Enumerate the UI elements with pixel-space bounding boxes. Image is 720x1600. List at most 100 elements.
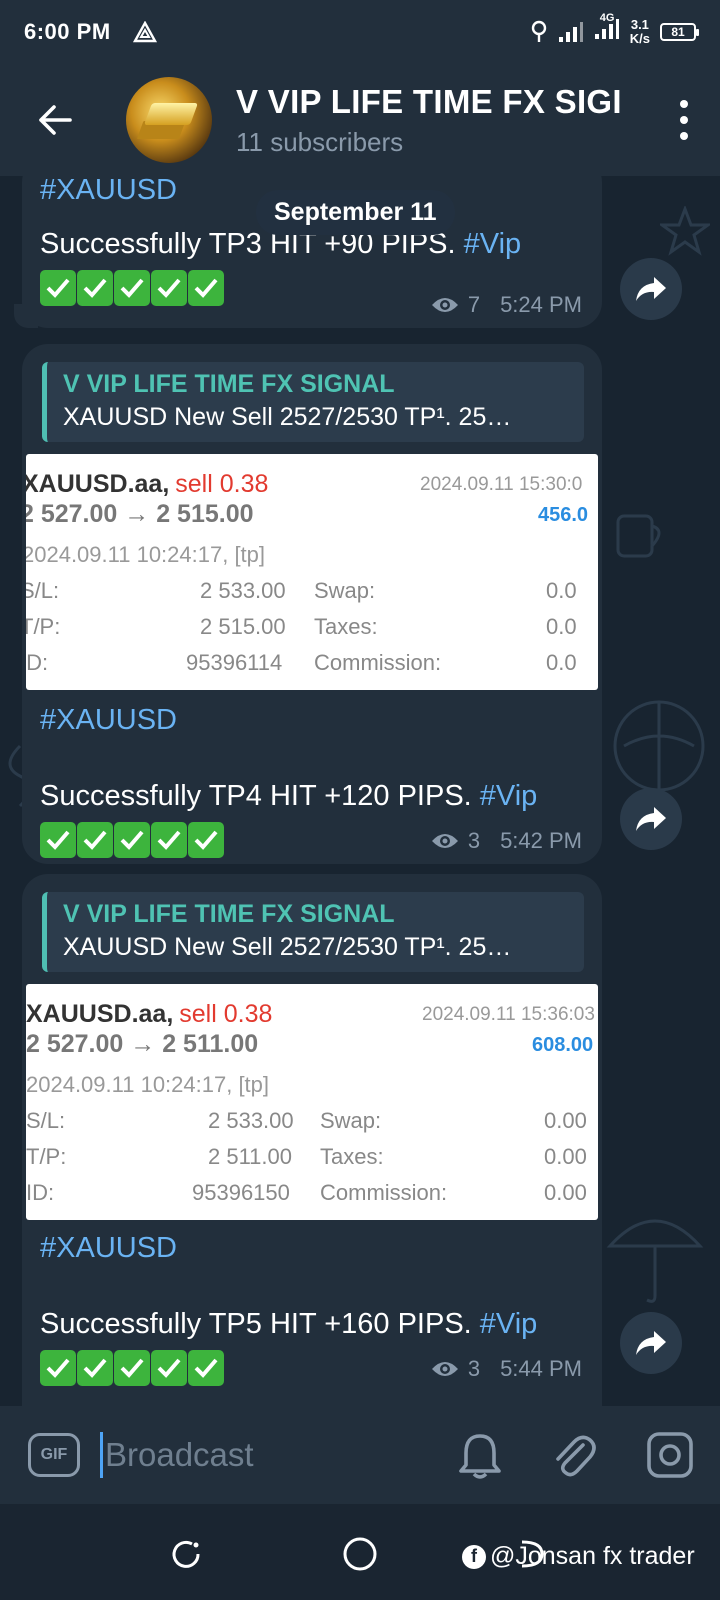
message-body: Successfully TP5 HIT +160 PIPS.: [40, 1308, 480, 1340]
trade-screenshot[interactable]: XAUUSD.aa, sell 0.38 2024.09.11 15:36:03…: [26, 984, 598, 1220]
close-time: 2024.09.11 15:30:0: [420, 474, 583, 495]
broadcast-input[interactable]: Broadcast: [105, 1436, 254, 1474]
sl-label: S/L:: [26, 1108, 66, 1133]
trade-side: sell 0.38: [175, 470, 269, 498]
signal-icon: [558, 22, 583, 42]
taxes-label: Taxes:: [314, 614, 378, 639]
check-mark-icon: [188, 270, 224, 306]
bell-icon[interactable]: [458, 1431, 502, 1479]
share-button[interactable]: [620, 788, 682, 850]
sl-label: S/L:: [26, 578, 60, 603]
trade-symbol: XAUUSD.aa,: [26, 470, 170, 498]
trade-profit: 608.00: [532, 1034, 594, 1056]
open-time: 2024.09.11 10:24:17, [tp]: [26, 1072, 270, 1097]
trade-symbol: XAUUSD.aa,: [26, 1000, 174, 1028]
eye-icon: [431, 1362, 458, 1376]
check-mark-icon: [114, 270, 150, 306]
check-mark-icon: [40, 822, 76, 858]
taxes-label: Taxes:: [320, 1144, 384, 1169]
facebook-icon: f: [462, 1544, 486, 1569]
message-time: 5:42 PM: [500, 828, 582, 853]
id-label: ID:: [26, 650, 49, 675]
trade-side: sell 0.38: [179, 1000, 273, 1028]
check-mark-icon: [40, 1350, 76, 1386]
header-text[interactable]: V VIP LIFE TIME FX SIGI 11 subscribers: [236, 83, 626, 158]
sl-value: 2 533.00: [208, 1108, 294, 1133]
vip-tag-link[interactable]: #Vip: [480, 1308, 538, 1340]
hashtag-link[interactable]: #XAUUSD: [40, 704, 177, 737]
text-caret: [100, 1432, 103, 1478]
message-time: 5:44 PM: [500, 1356, 582, 1381]
close-time: 2024.09.11 15:36:03: [422, 1004, 595, 1025]
tp-value: 2 515.00: [200, 614, 286, 639]
id-value: 95396114: [186, 650, 283, 675]
id-label: ID:: [26, 1180, 55, 1205]
message-bubble[interactable]: V VIP LIFE TIME FX SIGNAL XAUUSD New Sel…: [22, 344, 602, 864]
view-count: 7: [467, 292, 481, 317]
recent-apps-icon[interactable]: [170, 1538, 202, 1570]
vip-tag-link[interactable]: #Vip: [464, 228, 522, 260]
message-meta: 3 5:44 PM: [430, 1356, 582, 1382]
chat-area[interactable]: #XAUUSD Successfully TP3 HIT +90 PIPS. #…: [0, 176, 720, 1406]
id-value: 95396150: [192, 1180, 290, 1205]
message-meta: 7 5:24 PM: [430, 292, 582, 318]
swap-label: Swap:: [314, 578, 376, 603]
swap-value: 0.00: [544, 1108, 587, 1133]
taxes-value: 0.00: [544, 1144, 587, 1169]
trade-screenshot[interactable]: XAUUSD.aa, sell 0.38 2024.09.11 15:30:0 …: [26, 454, 598, 690]
channel-title: V VIP LIFE TIME FX SIGI: [236, 82, 622, 120]
home-button-icon[interactable]: [342, 1536, 378, 1572]
message-body: Successfully TP4 HIT +120 PIPS.: [40, 780, 480, 812]
net-speed-unit: K/s: [629, 31, 650, 46]
location-pin-icon: [531, 20, 546, 42]
watermark-text: @Jonsan fx trader: [490, 1542, 695, 1570]
message-meta: 3 5:42 PM: [430, 828, 582, 854]
check-mark-icon: [188, 1350, 224, 1386]
check-emoji-row: [40, 822, 224, 858]
reply-author: V VIP LIFE TIME FX SIGNAL: [63, 370, 395, 398]
attach-paperclip-icon[interactable]: [552, 1431, 596, 1479]
message-time: 5:24 PM: [500, 292, 582, 317]
reply-preview[interactable]: V VIP LIFE TIME FX SIGNAL XAUUSD New Sel…: [42, 362, 584, 442]
channel-avatar[interactable]: [126, 77, 212, 163]
trade-prices: 2 527.00 → 2 511.00: [26, 1030, 259, 1058]
check-emoji-row: [40, 270, 224, 306]
reply-author: V VIP LIFE TIME FX SIGNAL: [63, 900, 395, 928]
delta-icon: [132, 21, 157, 43]
camera-icon[interactable]: [646, 1431, 694, 1479]
share-button[interactable]: [620, 258, 682, 320]
check-mark-icon: [151, 822, 187, 858]
check-mark-icon: [151, 1350, 187, 1386]
reply-snippet: XAUUSD New Sell 2527/2530 TP¹. 25…: [63, 933, 512, 961]
back-button[interactable]: [28, 93, 82, 147]
share-arrow-icon: [636, 277, 666, 301]
share-button[interactable]: [620, 1312, 682, 1374]
battery-level: 81: [671, 25, 685, 39]
check-mark-icon: [114, 1350, 150, 1386]
message-bubble[interactable]: V VIP LIFE TIME FX SIGNAL XAUUSD New Sel…: [22, 874, 602, 1406]
trade-prices: 2 527.00 → 2 515.00: [26, 500, 254, 528]
view-count: 3: [467, 828, 481, 853]
message-text: Successfully TP5 HIT +160 PIPS. #Vip: [40, 1308, 537, 1341]
swap-label: Swap:: [320, 1108, 382, 1133]
network-type: 4G: [599, 12, 615, 24]
status-time: 6:00 PM: [24, 19, 111, 44]
check-emoji-row: [40, 1350, 224, 1386]
tp-label: T/P:: [26, 1144, 67, 1169]
hashtag-link[interactable]: #XAUUSD: [40, 176, 177, 207]
vip-tag-link[interactable]: #Vip: [480, 780, 538, 812]
chat-header: V VIP LIFE TIME FX SIGI 11 subscribers: [0, 64, 720, 176]
eye-icon: [431, 834, 458, 848]
check-mark-icon: [77, 270, 113, 306]
doodle-mug-icon: [616, 514, 661, 558]
commission-value: 0.0: [546, 650, 577, 675]
hashtag-link[interactable]: #XAUUSD: [40, 1232, 177, 1265]
status-bar: 6:00 PM 4G 3.1 K/s 81: [0, 0, 720, 64]
check-mark-icon: [188, 822, 224, 858]
gif-button[interactable]: GIF: [28, 1433, 80, 1477]
trade-profit: 456.0: [538, 504, 589, 526]
signal-4g-icon: 4G: [594, 12, 620, 46]
reply-preview[interactable]: V VIP LIFE TIME FX SIGNAL XAUUSD New Sel…: [42, 892, 584, 972]
arrow-left-icon: [39, 105, 72, 135]
more-options-button[interactable]: [674, 100, 694, 140]
